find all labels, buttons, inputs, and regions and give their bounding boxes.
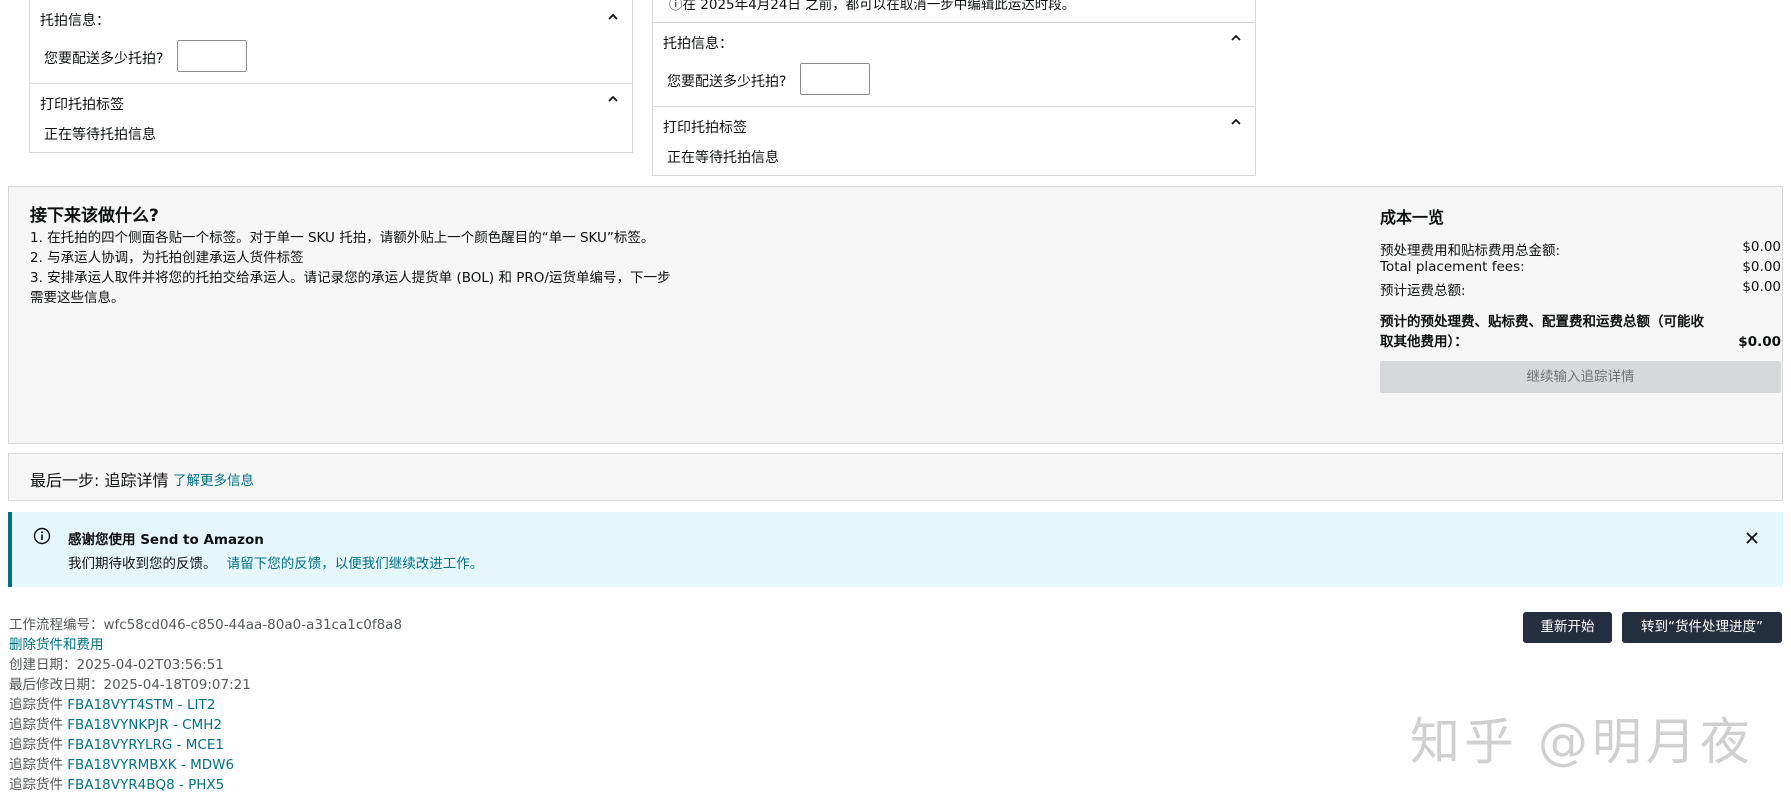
feedback-alert: 感谢您使用 Send to Amazon 我们期待收到您的反馈。 请留下您的反馈… [8,512,1783,587]
cost-value: $0.00 [1742,239,1781,255]
workflow-label: 工作流程编号： [9,617,104,633]
print-labels-status: 正在等待托拍信息 [667,150,779,166]
cost-total-label-line1: 预计的预处理费、贴标费、配置费和运费总额（可能收 [1380,314,1704,330]
restart-button[interactable]: 重新开始 [1523,612,1612,643]
shipment-link[interactable]: FBA18VYRMBXK - MDW6 [67,757,234,773]
alert-message: 我们期待收到您的反馈。 [68,556,217,572]
pallet-question: 您要配送多少托拍? [44,51,164,67]
workflow-id: wfc58cd046-c850-44aa-80a0-a31ca1c0f8a8 [103,617,403,633]
cost-total-label-line2: 取其他费用）： [1380,334,1468,350]
edit-window-notice: ⓘ在 2025年4月24日 之前，都可以在取消一步中编辑此运达时段。 [669,0,1076,13]
continue-tracking-button[interactable]: 继续输入追踪详情 [1380,361,1781,393]
print-labels-status: 正在等待托拍信息 [44,127,156,143]
print-labels-title: 打印托拍标签 [663,120,747,136]
cost-row-prep: 预处理费用和贴标费用总金额: $0.00 [1380,239,1781,259]
workflow-id-row: 工作流程编号：wfc58cd046-c850-44aa-80a0-a31ca1c… [9,613,402,633]
track-prefix: 追踪货件 [9,697,63,713]
track-shipment-row: 追踪货件 FBA18VYRMBXK - MDW6 [9,753,234,773]
close-icon[interactable] [1745,531,1759,545]
next-step-2: 2. 与承运人协调，为托拍创建承运人货件标签 [30,250,304,266]
track-shipment-row: 追踪货件 FBA18VYR4BQ8 - PHX5 [9,773,224,793]
delete-shipment-link[interactable]: 删除货件和费用 [9,633,104,653]
next-steps-title: 接下来该做什么? [30,206,159,226]
print-labels-title: 打印托拍标签 [40,97,124,113]
next-step-3-cont: 需要这些信息。 [30,290,125,306]
final-step-section: 最后一步: 追踪详情 了解更多信息 [8,453,1783,501]
created-date-row: 创建日期：2025-04-02T03:56:51 [9,653,224,673]
next-step-3: 3. 安排承运人取件并将您的托拍交给承运人。请记录您的承运人提货单 (BOL) … [30,270,671,286]
modified-value: 2025-04-18T09:07:21 [103,677,251,693]
cost-label: 预计运费总额: [1380,283,1466,299]
created-value: 2025-04-02T03:56:51 [76,657,224,673]
print-labels-panel-right: 打印托拍标签 正在等待托拍信息 [652,106,1256,176]
modified-label: 最后修改日期： [9,677,104,693]
track-shipment-row: 追踪货件 FBA18VYNKPJR - CMH2 [9,713,222,733]
track-shipment-row: 追踪货件 FBA18VYT4STM - LIT2 [9,693,215,713]
cost-summary-title: 成本一览 [1380,208,1445,227]
final-step-label: 最后一步: 追踪详情 [30,471,169,490]
cost-row-shipping: 预计运费总额: $0.00 [1380,279,1781,299]
notice-panel-right: ⓘ在 2025年4月24日 之前，都可以在取消一步中编辑此运达时段。 [652,0,1256,23]
learn-more-link[interactable]: 了解更多信息 [173,469,254,489]
shipment-link[interactable]: FBA18VYRYLRG - MCE1 [67,737,224,753]
next-step-1: 1. 在托拍的四个侧面各贴一个标签。对于单一 SKU 托拍，请额外贴上一个颜色醒… [30,230,655,246]
cost-value: $0.00 [1742,279,1781,295]
pallet-info-title: 托拍信息： [663,36,733,52]
goto-progress-button[interactable]: 转到“货件处理进度” [1622,612,1782,643]
created-label: 创建日期： [9,657,77,673]
cost-value: $0.00 [1742,259,1781,275]
chevron-up-icon[interactable] [1229,31,1243,45]
chevron-up-icon[interactable] [606,92,620,106]
track-shipment-row: 追踪货件 FBA18VYRYLRG - MCE1 [9,733,224,753]
chevron-up-icon[interactable] [1229,115,1243,129]
cost-total-value: $0.00 [1738,334,1781,350]
info-icon [33,527,51,545]
track-prefix: 追踪货件 [9,757,63,773]
cost-row-placement: Total placement fees: $0.00 [1380,259,1781,275]
cost-total-row: 预计的预处理费、贴标费、配置费和运费总额（可能收 取其他费用）： $0.00 [1380,312,1781,352]
pallet-count-input[interactable] [177,40,247,72]
pallet-question: 您要配送多少托拍? [667,74,787,90]
cost-label: Total placement fees: [1380,259,1525,275]
feedback-link[interactable]: 请留下您的反馈，以便我们继续改进工作。 [227,556,484,572]
print-labels-panel-left: 打印托拍标签 正在等待托拍信息 [29,83,633,153]
track-prefix: 追踪货件 [9,737,63,753]
next-steps-section: 接下来该做什么? 1. 在托拍的四个侧面各贴一个标签。对于单一 SKU 托拍，请… [8,186,1783,444]
alert-title: 感谢您使用 Send to Amazon [68,532,264,548]
track-prefix: 追踪货件 [9,717,63,733]
shipment-link[interactable]: FBA18VYNKPJR - CMH2 [67,717,222,733]
modified-date-row: 最后修改日期：2025-04-18T09:07:21 [9,673,251,693]
zhihu-watermark: 知乎 @明月夜 [1410,713,1754,771]
shipment-link[interactable]: FBA18VYR4BQ8 - PHX5 [67,777,224,793]
pallet-info-panel-left: 托拍信息： 您要配送多少托拍? [29,0,633,84]
pallet-info-title: 托拍信息： [40,13,110,29]
pallet-count-input[interactable] [800,63,870,95]
track-prefix: 追踪货件 [9,777,63,793]
pallet-info-panel-right: 托拍信息： 您要配送多少托拍? [652,22,1256,107]
alert-text: 我们期待收到您的反馈。 请留下您的反馈，以便我们继续改进工作。 [68,552,483,572]
cost-label: 预处理费用和贴标费用总金额: [1380,243,1561,259]
chevron-up-icon[interactable] [606,10,620,24]
shipment-link[interactable]: FBA18VYT4STM - LIT2 [67,697,215,713]
